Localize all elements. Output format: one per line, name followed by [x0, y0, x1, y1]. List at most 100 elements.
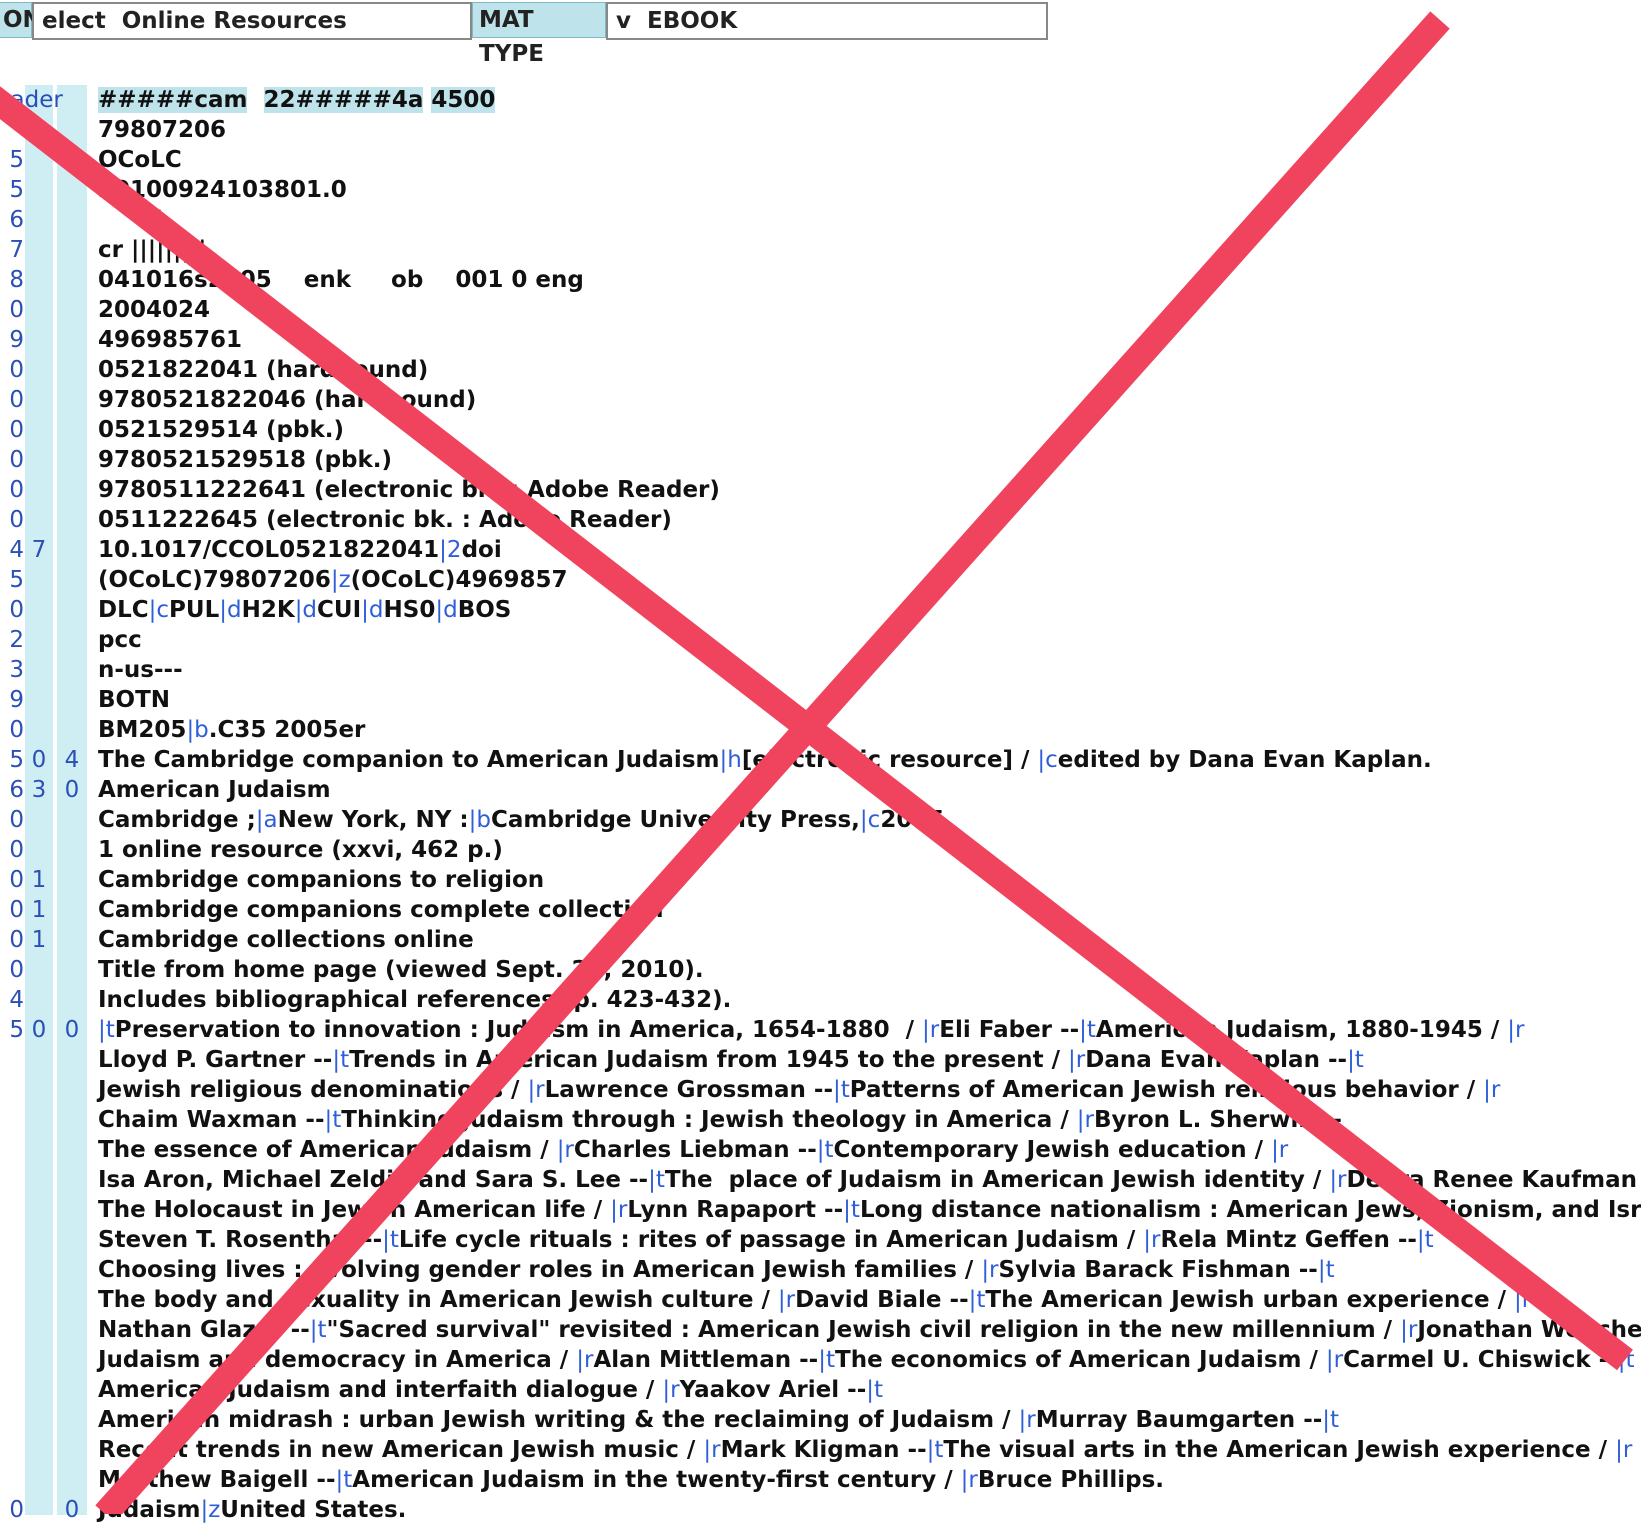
- leader-row[interactable]: Leader #####cam 22#####4a 4500: [0, 85, 1641, 115]
- marc-field-row[interactable]: 0 9780521822046 (hardbound): [0, 385, 1641, 415]
- subfield-text: Judaism: [98, 1497, 201, 1523]
- subfield-text: Preservation to innovation : Judaism in …: [114, 1017, 923, 1043]
- marc-field-row[interactable]: 0 1 Cambridge companions to religion: [0, 865, 1641, 895]
- subfield-delimiter: |t: [332, 1047, 350, 1073]
- subfield-delimiter: |c: [1037, 747, 1058, 773]
- marc-field-row[interactable]: 9 BOTN: [0, 685, 1641, 715]
- subfield-text: Cambridge University Press,: [490, 807, 860, 833]
- subfield-delimiter: |r: [1271, 1137, 1289, 1163]
- subfield-text: HS0: [383, 597, 436, 623]
- marc-field-row[interactable]: Judaism and democracy in America / |rAla…: [0, 1345, 1641, 1375]
- subfield-delimiter: |h: [719, 747, 742, 773]
- field-value: Title from home page (viewed Sept. 20, 2…: [98, 955, 704, 985]
- field-value: d: [98, 205, 162, 235]
- marc-field-row[interactable]: Recent trends in new American Jewish mus…: [0, 1435, 1641, 1465]
- subfield-text: 041016s2005 enk ob 001 0 eng: [98, 267, 584, 293]
- subfield-text: 0521822041 (hardbound): [98, 357, 429, 383]
- field-tag: 6: [9, 207, 24, 233]
- marc-field-row[interactable]: 5 0 0 |tPreservation to innovation : Judais…: [0, 1015, 1641, 1045]
- marc-field-row[interactable]: The Holocaust in Jewish American life / …: [0, 1195, 1641, 1225]
- marc-field-row[interactable]: American midrash : urban Jewish writing …: [0, 1405, 1641, 1435]
- marc-field-row[interactable]: 0 BM205|b.C35 2005er: [0, 715, 1641, 745]
- subfield-delimiter: |r: [922, 1017, 940, 1043]
- marc-field-row[interactable]: 5 (OCoLC)79807206|z(OCoLC)4969857: [0, 565, 1641, 595]
- marc-field-row[interactable]: 5 20100924103801.0: [0, 175, 1641, 205]
- marc-field-row[interactable]: 9 496985761: [0, 325, 1641, 355]
- field-tag: 0: [9, 807, 24, 833]
- marc-field-row[interactable]: 0 0521529514 (pbk.): [0, 415, 1641, 445]
- subfield-text: (OCoLC)79807206: [98, 567, 331, 593]
- subfield-text: The American Jewish urban experience /: [985, 1287, 1514, 1313]
- field-value: BM205|b.C35 2005er: [98, 715, 365, 745]
- field-value: Includes bibliographical references (p. …: [98, 985, 731, 1015]
- marc-field-row[interactable]: 7 cr |||||||||: [0, 235, 1641, 265]
- marc-field-row[interactable]: 0 9780521529518 (pbk.): [0, 445, 1641, 475]
- location-field[interactable]: elect Online Resources: [32, 2, 472, 40]
- marc-field-row[interactable]: 0 9780511222641 (electronic bk. : Adobe R…: [0, 475, 1641, 505]
- marc-field-row[interactable]: Nathan Glazer --|t"Sacred survival" revi…: [0, 1315, 1641, 1345]
- field-tag: 5: [9, 1017, 24, 1043]
- subfield-text: Lynn Rapaport --: [627, 1197, 844, 1223]
- marc-field-row[interactable]: American Judaism and interfaith dialogue…: [0, 1375, 1641, 1405]
- marc-field-row[interactable]: The body and sexuality in American Jewis…: [0, 1285, 1641, 1315]
- field-value: American Judaism: [98, 775, 331, 805]
- field-value: American midrash : urban Jewish writing …: [98, 1405, 1339, 1435]
- marc-field-row[interactable]: 0 Cambridge ;|aNew York, NY :|bCambridge …: [0, 805, 1641, 835]
- subfield-delimiter: |t: [1416, 1227, 1434, 1253]
- field-value: BOTN: [98, 685, 170, 715]
- marc-field-row[interactable]: 0 1 online resource (xxvi, 462 p.): [0, 835, 1641, 865]
- subfield-delimiter: |t: [866, 1377, 884, 1403]
- mattype-field[interactable]: v EBOOK: [606, 2, 1048, 40]
- subfield-delimiter: |t: [926, 1437, 944, 1463]
- subfield-text: 496985761: [98, 327, 243, 353]
- field-value: The essence of American Judaism / |rChar…: [98, 1135, 1288, 1165]
- marc-field-row[interactable]: 3 n-us---: [0, 655, 1641, 685]
- subfield-delimiter: |r: [960, 1467, 978, 1493]
- subfield-delimiter: |a: [255, 807, 278, 833]
- leader-seg-1: #####cam: [98, 87, 248, 113]
- marc-field-row[interactable]: Matthew Baigell --|tAmerican Judaism in …: [0, 1465, 1641, 1495]
- marc-field-row[interactable]: Isa Aron, Michael Zeldin and Sara S. Lee…: [0, 1165, 1641, 1195]
- marc-field-row[interactable]: Jewish religious denominations / |rLawre…: [0, 1075, 1641, 1105]
- marc-field-row[interactable]: 5 0 4 The Cambridge companion to American J…: [0, 745, 1641, 775]
- marc-field-row[interactable]: 6 d: [0, 205, 1641, 235]
- marc-field-row[interactable]: 0 Title from home page (viewed Sept. 20, …: [0, 955, 1641, 985]
- marc-field-row[interactable]: 4 7 10.1017/CCOL0521822041|2doi: [0, 535, 1641, 565]
- subfield-text: American Judaism: [98, 777, 331, 803]
- marc-field-row[interactable]: 4 Includes bibliographical references (p.…: [0, 985, 1641, 1015]
- marc-field-row[interactable]: Choosing lives : evolving gender roles i…: [0, 1255, 1641, 1285]
- marc-field-row[interactable]: 8 041016s2005 enk ob 001 0 eng: [0, 265, 1641, 295]
- marc-field-row[interactable]: 0 0 Judaism|zUnited States.: [0, 1495, 1641, 1525]
- subfield-delimiter: |r: [1329, 1167, 1347, 1193]
- marc-field-row[interactable]: 79807206: [0, 115, 1641, 145]
- marc-field-row[interactable]: 0 DLC|cPUL|dH2K|dCUI|dHS0|dBOS: [0, 595, 1641, 625]
- field-tag: 0: [9, 597, 24, 623]
- marc-field-row[interactable]: Steven T. Rosenthal --|tLife cycle ritua…: [0, 1225, 1641, 1255]
- subfield-text: 9780521822046 (hardbound): [98, 387, 477, 413]
- marc-field-row[interactable]: 0 2004024: [0, 295, 1641, 325]
- subfield-text: Bruce Phillips.: [977, 1467, 1165, 1493]
- marc-field-row[interactable]: Lloyd P. Gartner --|tTrends in American …: [0, 1045, 1641, 1075]
- subfield-text: The essence of American Judaism /: [98, 1137, 557, 1163]
- subfield-text: Title from home page (viewed Sept. 20, 2…: [98, 957, 704, 983]
- subfield-text: .C35 2005er: [208, 717, 366, 743]
- marc-field-row[interactable]: 6 3 0 American Judaism: [0, 775, 1641, 805]
- subfield-text: 1 online resource (xxvi, 462 p.): [98, 837, 503, 863]
- subfield-delimiter: |r: [576, 1347, 594, 1373]
- marc-field-row[interactable]: 2 pcc: [0, 625, 1641, 655]
- subfield-delimiter: |r: [703, 1437, 721, 1463]
- field-tag: 0: [9, 837, 24, 863]
- marc-field-row[interactable]: 0 0511222645 (electronic bk. : Adobe Read…: [0, 505, 1641, 535]
- leader-seg-3: 4500: [431, 87, 496, 113]
- subfield-text: American midrash : urban Jewish writing …: [98, 1407, 1019, 1433]
- subfield-text: cr |||||||||: [98, 237, 207, 263]
- marc-field-row[interactable]: Chaim Waxman --|tThinking Judaism throug…: [0, 1105, 1641, 1135]
- indicator-2: 4: [64, 747, 80, 773]
- field-value: 496985761: [98, 325, 242, 355]
- marc-field-row[interactable]: 0 0521822041 (hardbound): [0, 355, 1641, 385]
- marc-field-row[interactable]: 0 1 Cambridge companions complete collecti…: [0, 895, 1641, 925]
- marc-field-row[interactable]: 5 OCoLC: [0, 145, 1641, 175]
- field-tag: 0: [9, 867, 24, 893]
- marc-field-row[interactable]: The essence of American Judaism / |rChar…: [0, 1135, 1641, 1165]
- marc-field-row[interactable]: 0 1 Cambridge collections online: [0, 925, 1641, 955]
